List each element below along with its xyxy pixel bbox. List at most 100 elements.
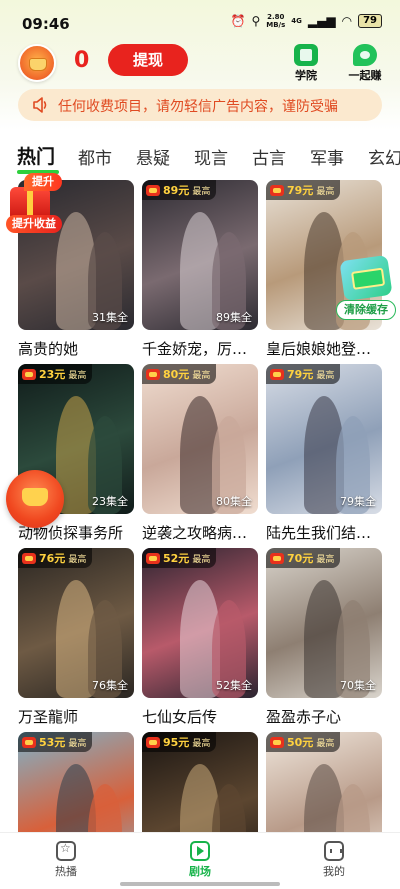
drama-title[interactable]: 陆先生我们结婚吧 [266,522,384,543]
drama-poster[interactable]: 76元 最高 76集全 [18,548,134,698]
drama-title[interactable]: 皇后娘娘她登基了 [266,338,384,359]
tab-urban[interactable]: 都市 [78,144,112,169]
boost-earnings-button[interactable]: 提升收益 [6,215,62,233]
academy-button[interactable]: 学院 [281,44,331,83]
nav-mine-label: 我的 [323,865,345,878]
red-packet-icon [146,184,160,196]
location-icon: ⚲ [251,14,261,28]
drama-card[interactable]: 70元 最高 70集全盈盈赤子心 [266,548,382,727]
network-speed-unit: MB/s [266,21,286,29]
drama-title[interactable]: 千金娇宠，厉先生夜夜... [142,338,260,359]
episode-count: 31集全 [92,311,128,324]
alarm-icon: ⏰ [230,14,246,28]
notice-banner[interactable]: 任何收费项目，请勿轻信广告内容，谨防受骗 [18,89,382,121]
drama-card[interactable]: 53元 最高 [18,732,134,832]
clear-cache-widget[interactable]: 清除缓存 [336,254,396,322]
red-packet-icon [270,368,284,380]
notice-text: 任何收费项目，请勿轻信广告内容，谨防受骗 [58,99,338,115]
drama-title[interactable]: 逆袭之攻略病娇大佬 [142,522,260,543]
drama-card[interactable]: 80元最高 80集全逆袭之攻略病娇大佬 [142,364,260,543]
nav-theater[interactable]: 剧场 [170,841,230,879]
hot-play-icon [56,841,76,861]
reward-suffix: 最高 [316,186,335,197]
nav-hot[interactable]: 热播 [36,841,96,879]
drama-card[interactable]: 79元 最高 79集全陆先生我们结婚吧 [266,364,384,543]
withdraw-button[interactable]: 提现 [108,44,188,76]
drama-poster[interactable]: 70元 最高 70集全 [266,548,382,698]
reward-amount: 76元 [39,552,66,565]
reward-badge: 80元 最高 [142,364,217,384]
reward-suffix: 最高 [192,186,211,197]
tab-ancient-romance[interactable]: 古言 [252,144,286,169]
app-header: 0 提现 学院 一起赚 [0,44,400,84]
home-indicator [120,882,280,886]
poster-figure [88,784,122,832]
drama-poster[interactable]: 79元 最高 79集全 [266,364,382,514]
category-tabs: 热门 都市 悬疑 现言 古言 军事 玄幻 [0,140,400,176]
drama-poster[interactable]: 89元 最高 89集全 [142,180,258,330]
drama-poster[interactable]: 80元 最高 80集全 [142,364,258,514]
episode-count: 23集全 [92,495,128,508]
drama-card[interactable]: 52元 最高 52集全七仙女后传 [142,548,258,727]
reward-suffix: 最高 [316,554,335,565]
reward-badge: 50元 最高 [266,732,341,752]
tab-fantasy[interactable]: 玄幻 [368,144,400,169]
reward-amount: 79元 [287,184,314,197]
drama-poster[interactable]: 50元 最高 [266,732,382,832]
profile-icon [324,841,344,861]
clear-cache-button[interactable]: 清除缓存 [336,300,396,320]
earn-together-icon [353,44,377,66]
status-icons: ⏰ ⚲ 2.80 MB/s 4G ▂▄▆ ◠ 79 [230,13,382,29]
reward-amount: 95元 [163,736,190,749]
episode-count: 80集全 [216,495,252,508]
red-packet-float-icon[interactable] [6,470,64,528]
cache-box-icon [339,254,393,302]
reward-amount: 50元 [287,736,314,749]
drama-card[interactable]: 89元最高 89集全千金娇宠，厉先生夜夜... [142,180,260,359]
drama-card[interactable]: 76元 最高 76集全万圣龍师 [18,548,134,727]
tab-modern-romance[interactable]: 现言 [194,144,228,169]
tab-hot[interactable]: 热门 [17,142,55,169]
reward-amount: 52元 [163,552,190,565]
tab-military[interactable]: 军事 [310,144,344,169]
earn-together-button[interactable]: 一起赚 [340,44,390,83]
reward-amount: 79元 [287,368,314,381]
coin-wallet-icon[interactable] [18,44,56,82]
reward-suffix: 最高 [192,554,211,565]
status-bar: 09:46 ⏰ ⚲ 2.80 MB/s 4G ▂▄▆ ◠ 79 [0,0,400,44]
drama-title[interactable]: 七仙女后传 [142,706,260,727]
reward-amount: 70元 [287,552,314,565]
reward-amount: 53元 [39,736,66,749]
tab-suspense[interactable]: 悬疑 [136,144,170,169]
drama-poster[interactable]: 52元 最高 52集全 [142,548,258,698]
network-speed: 2.80 MB/s [266,13,285,29]
status-time: 09:46 [22,15,70,33]
red-packet-icon [22,552,36,564]
reward-badge: 95元 最高 [142,732,217,752]
red-packet-icon [270,184,284,196]
reward-badge: 79元 最高 [266,364,341,384]
poster-figure [336,784,370,832]
episode-count: 52集全 [216,679,252,692]
drama-poster[interactable]: 95元 最高 [142,732,258,832]
red-packet-icon [22,736,36,748]
episode-count: 76集全 [92,679,128,692]
red-packet-icon [146,736,160,748]
reward-amount: 80元 [163,368,190,381]
red-packet-icon [270,736,284,748]
boost-earnings-widget[interactable]: 提升 提升收益 [6,173,62,237]
nav-mine[interactable]: 我的 [304,841,364,879]
wifi-icon: ◠ [341,14,353,28]
drama-poster[interactable]: 53元 最高 [18,732,134,832]
drama-card[interactable]: 50元 最高 [266,732,382,832]
red-packet-icon [22,368,36,380]
theater-play-icon [190,841,210,861]
academy-label: 学院 [295,69,317,82]
drama-title[interactable]: 高贵的她 [18,338,136,359]
drama-title[interactable]: 盈盈赤子心 [266,706,384,727]
drama-card[interactable]: 95元 最高 [142,732,258,832]
drama-title[interactable]: 万圣龍师 [18,706,136,727]
battery-indicator: 79 [358,14,382,28]
academy-icon [294,44,318,66]
reward-badge: 23元 最高 [18,364,93,384]
